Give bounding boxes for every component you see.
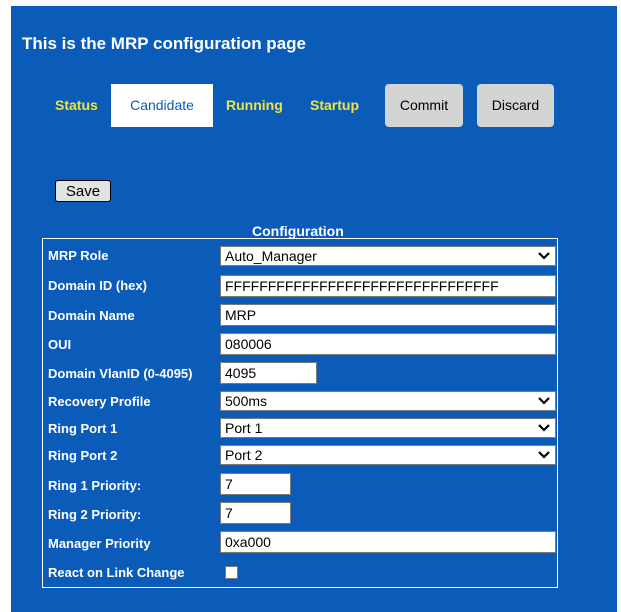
ring-port-2-value: Port 2 [225, 447, 263, 463]
tab-startup[interactable]: Startup [310, 84, 359, 127]
oui-input[interactable]: 080006 [220, 333, 556, 355]
mrp-role-value: Auto_Manager [225, 248, 317, 264]
discard-button[interactable]: Discard [477, 84, 554, 127]
ring-1-priority-label: Ring 1 Priority: [48, 478, 142, 493]
ring-port-1-select[interactable]: Port 1 [220, 418, 556, 438]
page-title: This is the MRP configuration page [22, 34, 306, 53]
recovery-profile-label: Recovery Profile [48, 394, 151, 409]
ring-port-1-value: Port 1 [225, 420, 263, 436]
domain-vlan-input[interactable]: 4095 [220, 362, 317, 384]
chevron-down-icon [538, 252, 550, 260]
ring-1-priority-input[interactable]: 7 [220, 473, 291, 495]
mrp-role-label: MRP Role [48, 248, 109, 263]
react-on-link-change-checkbox[interactable] [225, 566, 238, 579]
mrp-role-select[interactable]: Auto_Manager [220, 246, 556, 266]
commit-button[interactable]: Commit [385, 84, 463, 127]
domain-name-input[interactable]: MRP [220, 304, 556, 326]
configuration-caption: Configuration [252, 223, 344, 239]
domain-vlan-label: Domain VlanID (0-4095) [48, 366, 193, 381]
tab-running[interactable]: Running [226, 84, 283, 127]
ring-2-priority-input[interactable]: 7 [220, 502, 291, 524]
tab-status[interactable]: Status [55, 84, 98, 127]
oui-label: OUI [48, 337, 72, 352]
ring-2-priority-label: Ring 2 Priority: [48, 507, 142, 522]
react-on-link-change-label: React on Link Change [48, 565, 185, 580]
recovery-profile-value: 500ms [225, 393, 268, 409]
manager-priority-label: Manager Priority [48, 536, 151, 551]
domain-id-input[interactable]: FFFFFFFFFFFFFFFFFFFFFFFFFFFFFFFF [220, 275, 556, 297]
domain-name-label: Domain Name [48, 308, 135, 323]
domain-id-label: Domain ID (hex) [48, 278, 147, 293]
ring-port-2-select[interactable]: Port 2 [220, 445, 556, 465]
ring-port-1-label: Ring Port 1 [48, 421, 118, 436]
save-button[interactable]: Save [55, 180, 111, 202]
tab-candidate[interactable]: Candidate [111, 84, 213, 127]
manager-priority-input[interactable]: 0xa000 [220, 531, 556, 553]
recovery-profile-select[interactable]: 500ms [220, 391, 556, 411]
chevron-down-icon [538, 424, 550, 432]
chevron-down-icon [538, 397, 550, 405]
ring-port-2-label: Ring Port 2 [48, 448, 118, 463]
chevron-down-icon [538, 451, 550, 459]
